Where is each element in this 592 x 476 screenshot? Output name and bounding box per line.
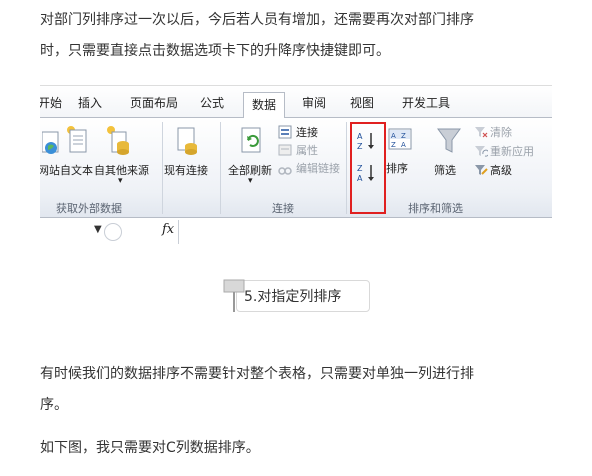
group-label-get-external-data: 获取外部数据 bbox=[56, 202, 122, 215]
text-file-icon bbox=[66, 124, 90, 160]
ribbon-separator bbox=[220, 122, 221, 214]
existing-connections-icon bbox=[176, 124, 200, 160]
advanced-button[interactable]: 高级 bbox=[490, 162, 512, 178]
cancel-icon[interactable] bbox=[104, 223, 122, 241]
pin-tag-icon bbox=[222, 278, 246, 318]
tab-data[interactable]: 数据 bbox=[243, 92, 286, 119]
formula-input[interactable] bbox=[178, 220, 552, 244]
ribbon-separator bbox=[162, 122, 163, 214]
section-caption: 5.对指定列排序 bbox=[222, 279, 370, 312]
caption-text: 5.对指定列排序 bbox=[244, 289, 342, 305]
tab-formulas[interactable]: 公式 bbox=[200, 94, 224, 111]
excel-ribbon-screenshot: 开始 插入 页面布局 公式 数据 审阅 视图 开发工具 网站 自文本 自其他来源… bbox=[40, 85, 552, 245]
properties-button[interactable]: 属性 bbox=[296, 142, 318, 158]
clear-filter-icon bbox=[474, 124, 488, 143]
ribbon-body: 网站 自文本 自其他来源 ▾ 现有连接 获取外部数据 全部刷新 ▾ 连接 属性 bbox=[40, 118, 552, 218]
dropdown-arrow-icon[interactable]: ▾ bbox=[248, 176, 253, 186]
from-text-button[interactable]: 自文本 bbox=[60, 162, 93, 178]
dropdown-arrow-icon[interactable]: ▾ bbox=[118, 176, 123, 186]
refresh-all-icon bbox=[240, 126, 266, 160]
svg-text:A: A bbox=[391, 132, 396, 140]
connections-icon bbox=[278, 124, 292, 143]
web-icon bbox=[41, 130, 64, 160]
svg-text:Z: Z bbox=[391, 141, 396, 149]
group-label-connections: 连接 bbox=[272, 202, 294, 215]
tab-review[interactable]: 审阅 bbox=[302, 94, 326, 111]
reapply-button[interactable]: 重新应用 bbox=[490, 143, 534, 159]
from-web-button[interactable]: 网站 bbox=[40, 162, 60, 178]
edit-links-icon bbox=[278, 161, 292, 180]
tab-view[interactable]: 视图 bbox=[350, 94, 374, 111]
para2: 如下图，我只需要对C列数据排序。 bbox=[40, 440, 260, 456]
existing-connections-button[interactable]: 现有连接 bbox=[164, 162, 208, 178]
name-box-dropdown-icon[interactable]: ▼ bbox=[94, 224, 102, 235]
connections-button[interactable]: 连接 bbox=[296, 124, 318, 140]
formula-bar: ▼ fx bbox=[40, 218, 552, 245]
ribbon-separator bbox=[346, 122, 347, 214]
edit-links-button[interactable]: 编辑链接 bbox=[296, 160, 340, 176]
tab-page-layout[interactable]: 页面布局 bbox=[130, 94, 178, 111]
advanced-filter-icon bbox=[474, 162, 488, 181]
sort-highlight-box bbox=[350, 122, 386, 214]
tab-developer[interactable]: 开发工具 bbox=[402, 94, 450, 111]
other-sources-icon bbox=[106, 124, 132, 160]
para1-line-1: 有时候我们的数据排序不需要针对整个表格，只需要对单独一列进行排 bbox=[40, 366, 474, 382]
clear-button[interactable]: 清除 bbox=[490, 124, 512, 140]
intro-line-1: 对部门列排序过一次以后，今后若人员有增加，还需要再次对部门排序 bbox=[40, 12, 474, 28]
filter-button[interactable]: 筛选 bbox=[434, 162, 456, 178]
sort-button[interactable]: 排序 bbox=[386, 160, 408, 176]
svg-text:Z: Z bbox=[401, 132, 406, 140]
para1-line-2: 序。 bbox=[40, 397, 68, 413]
group-label-sort-filter: 排序和筛选 bbox=[408, 202, 463, 215]
tab-insert[interactable]: 插入 bbox=[78, 94, 102, 111]
insert-function-icon[interactable]: fx bbox=[162, 222, 174, 237]
ribbon-tab-bar: 开始 插入 页面布局 公式 数据 审阅 视图 开发工具 bbox=[40, 86, 552, 119]
custom-sort-icon: AZZA bbox=[388, 128, 412, 154]
reapply-icon bbox=[474, 143, 490, 162]
properties-icon bbox=[278, 142, 292, 161]
svg-text:A: A bbox=[401, 141, 406, 149]
intro-line-2: 时，只需要直接点击数据选项卡下的升降序快捷键即可。 bbox=[40, 43, 390, 59]
tab-home[interactable]: 开始 bbox=[40, 94, 62, 111]
filter-funnel-icon bbox=[436, 126, 462, 160]
